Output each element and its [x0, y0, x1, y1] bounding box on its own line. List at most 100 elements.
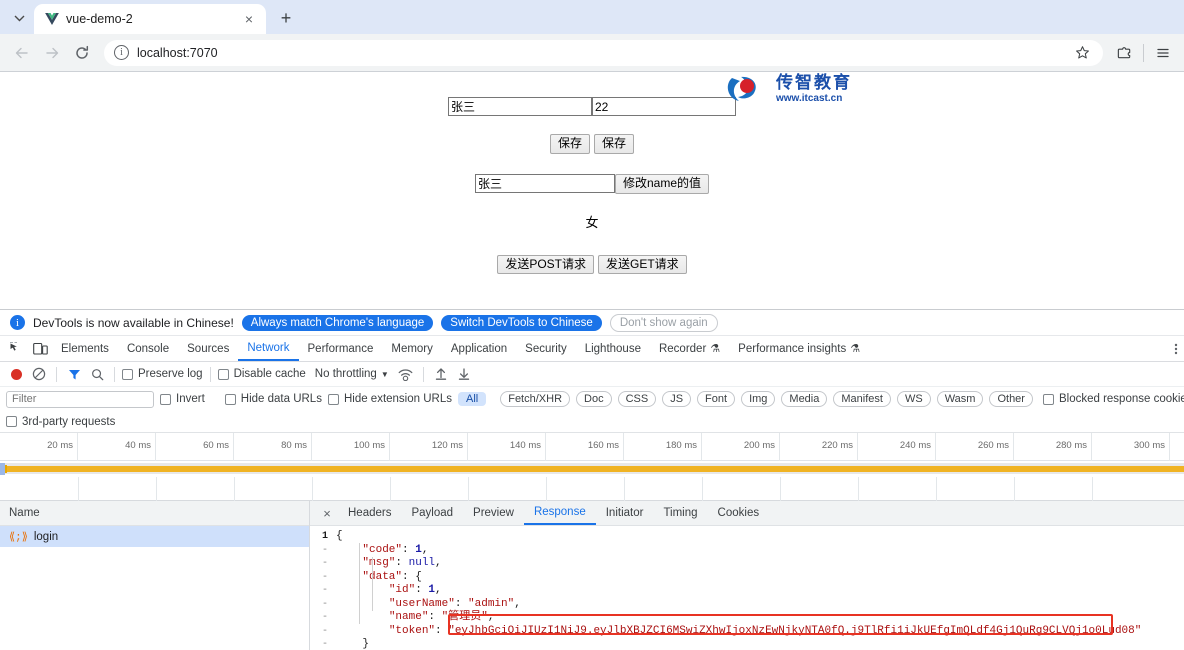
- modify-name-button[interactable]: 修改name的值: [614, 173, 710, 194]
- hide-extension-urls-checkbox[interactable]: Hide extension URLs: [327, 393, 452, 405]
- inspect-element-icon[interactable]: [4, 338, 28, 360]
- timeline-tick: 260 ms: [936, 433, 1014, 461]
- timeline-tick: 220 ms: [780, 433, 858, 461]
- code-line: - }: [310, 638, 1184, 650]
- always-match-language-button[interactable]: Always match Chrome's language: [241, 314, 434, 331]
- tab-application[interactable]: Application: [442, 336, 516, 361]
- device-toolbar-icon[interactable]: [28, 338, 52, 360]
- devtools-more-icon[interactable]: [1170, 342, 1184, 356]
- tab-performance[interactable]: Performance: [299, 336, 383, 361]
- invert-box: [160, 393, 171, 405]
- filter-type-fetch-xhr[interactable]: Fetch/XHR: [500, 391, 571, 407]
- tab-console[interactable]: Console: [118, 336, 178, 361]
- name2-input[interactable]: [474, 174, 615, 194]
- forward-button[interactable]: [38, 39, 66, 67]
- tab-cookies[interactable]: Cookies: [708, 501, 770, 525]
- filter-type-all[interactable]: All: [457, 392, 487, 406]
- tab-response[interactable]: Response: [523, 501, 596, 525]
- browser-menu-icon[interactable]: [1150, 40, 1176, 66]
- import-har-icon[interactable]: [431, 364, 451, 384]
- fold-marker[interactable]: -: [310, 571, 336, 585]
- tab-memory[interactable]: Memory: [382, 336, 442, 361]
- site-info-icon[interactable]: i: [114, 45, 129, 60]
- filter-icon[interactable]: [64, 364, 84, 384]
- fold-marker[interactable]: -: [310, 638, 336, 650]
- clear-button[interactable]: [29, 364, 49, 384]
- invert-label: Invert: [176, 393, 205, 405]
- filter-type-css[interactable]: CSS: [617, 391, 657, 407]
- tab-initiator[interactable]: Initiator: [596, 501, 654, 525]
- preserve-log-checkbox[interactable]: Preserve log: [122, 368, 203, 380]
- tab-search-icon[interactable]: [6, 5, 32, 31]
- save-button-1[interactable]: 保存: [549, 134, 590, 154]
- back-button[interactable]: [8, 39, 36, 67]
- request-list-header[interactable]: Name: [0, 501, 309, 526]
- fold-marker[interactable]: -: [310, 625, 336, 639]
- filter-type-font[interactable]: Font: [697, 391, 736, 407]
- filter-type-img[interactable]: Img: [741, 391, 776, 407]
- json-val-code: 1: [415, 543, 422, 556]
- filter-type-media[interactable]: Media: [781, 391, 828, 407]
- fold-marker[interactable]: -: [310, 598, 336, 612]
- filter-type-other[interactable]: Other: [989, 391, 1033, 407]
- close-icon[interactable]: ×: [316, 506, 338, 521]
- timeline-tick: 100 ms: [312, 433, 390, 461]
- code-line: - "id": 1,: [310, 584, 1184, 598]
- hide-data-urls-checkbox[interactable]: Hide data URLs: [224, 393, 322, 405]
- tab-preview[interactable]: Preview: [463, 501, 524, 525]
- tab-security[interactable]: Security: [516, 336, 576, 361]
- code-line: - "name": "管理员",: [310, 611, 1184, 625]
- tab-elements[interactable]: Elements: [52, 336, 118, 361]
- fold-marker[interactable]: -: [310, 584, 336, 598]
- filter-type-manifest[interactable]: Manifest: [833, 391, 891, 407]
- network-timeline[interactable]: 20 ms 40 ms 60 ms 80 ms 100 ms 120 ms 14…: [0, 432, 1184, 501]
- record-button[interactable]: [6, 364, 26, 384]
- filter-input[interactable]: [6, 390, 154, 408]
- tab-network[interactable]: Network: [238, 336, 299, 361]
- address-bar[interactable]: i localhost:7070: [104, 39, 1103, 66]
- tab-sources[interactable]: Sources: [178, 336, 238, 361]
- fold-marker[interactable]: -: [310, 544, 336, 558]
- tab-timing[interactable]: Timing: [653, 501, 707, 525]
- browser-tab[interactable]: vue-demo-2 ×: [34, 4, 266, 34]
- search-icon[interactable]: [87, 364, 107, 384]
- response-body-viewer[interactable]: 1 { - "code": 1, - "msg": null, - "data"…: [310, 526, 1184, 650]
- export-har-icon[interactable]: [454, 364, 474, 384]
- tab-performance-insights[interactable]: Performance insights ⚗: [729, 336, 869, 361]
- filter-type-wasm[interactable]: Wasm: [936, 391, 984, 407]
- dont-show-again-button[interactable]: Don't show again: [609, 313, 718, 332]
- code-text: }: [336, 638, 370, 650]
- json-val-name: "管理员": [441, 611, 488, 623]
- code-line: - "data": {: [310, 571, 1184, 585]
- hide-data-urls-label: Hide data URLs: [240, 393, 322, 405]
- save-button-2[interactable]: 保存: [594, 134, 635, 154]
- switch-to-chinese-button[interactable]: Switch DevTools to Chinese: [441, 314, 602, 331]
- invert-checkbox[interactable]: Invert: [160, 393, 205, 405]
- tab-payload[interactable]: Payload: [401, 501, 463, 525]
- new-tab-button[interactable]: +: [272, 4, 300, 32]
- throttling-select[interactable]: No throttling ▼: [315, 368, 389, 380]
- filter-type-doc[interactable]: Doc: [576, 391, 612, 407]
- send-post-request-button[interactable]: 发送POST请求: [497, 254, 594, 275]
- blocked-response-cookies-checkbox[interactable]: Blocked response cookies: [1042, 393, 1184, 405]
- name-input[interactable]: [448, 97, 592, 116]
- tab-headers[interactable]: Headers: [338, 501, 401, 525]
- filter-type-js[interactable]: JS: [662, 391, 692, 407]
- fold-marker[interactable]: -: [310, 611, 336, 625]
- fold-marker[interactable]: -: [310, 557, 336, 571]
- tab-lighthouse[interactable]: Lighthouse: [576, 336, 650, 361]
- extensions-icon[interactable]: [1111, 40, 1137, 66]
- send-get-request-button[interactable]: 发送GET请求: [598, 254, 687, 275]
- third-party-requests-checkbox[interactable]: 3rd-party requests: [6, 416, 115, 428]
- code-text: "userName": "admin",: [388, 597, 521, 610]
- tab-recorder[interactable]: Recorder ⚗: [650, 336, 729, 361]
- filter-type-ws[interactable]: WS: [896, 391, 931, 407]
- network-conditions-icon[interactable]: [396, 364, 416, 384]
- tab-close-icon[interactable]: ×: [241, 11, 257, 27]
- request-name: login: [33, 530, 59, 543]
- disable-cache-checkbox[interactable]: Disable cache: [217, 368, 306, 380]
- bookmark-star-icon[interactable]: [1069, 40, 1095, 66]
- reload-button[interactable]: [68, 39, 96, 67]
- age-input[interactable]: [592, 97, 736, 116]
- table-row[interactable]: ⟪;⟫ login: [0, 526, 309, 547]
